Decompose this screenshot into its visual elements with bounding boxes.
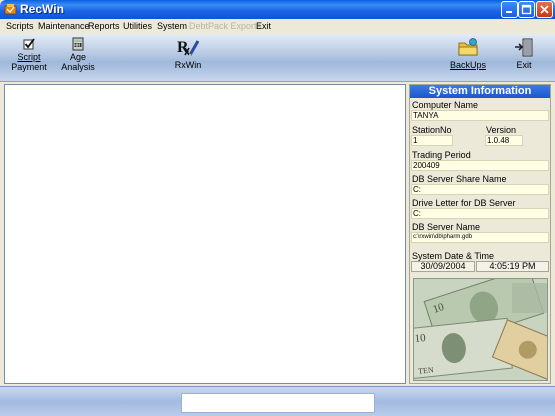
- db-share-value: C:: [411, 184, 549, 195]
- menu-bar: Scripts Maintenance Reports Utilities Sy…: [0, 19, 555, 34]
- title-bar[interactable]: RecWin: [0, 0, 555, 19]
- menu-maintenance[interactable]: Maintenance: [38, 21, 90, 31]
- window-title: RecWin: [20, 2, 64, 16]
- system-date: 30/09/2004: [411, 261, 475, 272]
- backups-button[interactable]: BackUps: [448, 37, 488, 70]
- status-field: [181, 393, 375, 413]
- drive-letter-label: Drive Letter for DB Server: [412, 198, 516, 208]
- script-payment-label-2: Payment: [11, 62, 47, 72]
- db-server-value: c:\rxwin\db\pharm.gdb: [411, 232, 549, 243]
- folder-icon: [458, 38, 478, 56]
- system-time: 4:05:19 PM: [476, 261, 549, 272]
- db-share-label: DB Server Share Name: [412, 174, 507, 184]
- rxwin-label: RxWin: [174, 60, 202, 70]
- version-label: Version: [486, 125, 517, 135]
- calculator-icon: [72, 37, 84, 51]
- menu-utilities[interactable]: Utilities: [123, 21, 152, 31]
- rxwin-button[interactable]: R RxWin: [168, 37, 208, 70]
- minimize-icon: [506, 11, 512, 13]
- trading-period-value: 200409: [411, 160, 549, 171]
- app-icon: [4, 4, 17, 15]
- checkbox-icon: [23, 38, 35, 50]
- menu-scripts[interactable]: Scripts: [6, 21, 34, 31]
- system-info-header: System Information: [410, 85, 550, 98]
- menu-system[interactable]: System: [157, 21, 187, 31]
- minimize-button[interactable]: [501, 1, 518, 18]
- exit-door-icon: [515, 38, 533, 57]
- svg-text:10: 10: [414, 332, 427, 345]
- drive-letter-value: C:: [411, 208, 549, 219]
- trading-period-label: Trading Period: [412, 150, 471, 160]
- close-button[interactable]: [536, 1, 553, 18]
- age-analysis-label-1: Age: [69, 52, 86, 62]
- station-no-label: StationNo: [412, 125, 452, 135]
- backups-label: BackUps: [449, 60, 486, 70]
- menu-debtpack-exports: DebtPack Exports: [189, 21, 262, 31]
- computer-name-value: TANYA: [411, 110, 549, 121]
- computer-name-label: Computer Name: [412, 100, 479, 110]
- currency-image: 10 10 TEN: [413, 278, 548, 381]
- script-payment-button[interactable]: Script Payment: [6, 37, 52, 72]
- age-analysis-label-2: Analysis: [61, 62, 95, 72]
- exit-button[interactable]: Exit: [508, 37, 540, 70]
- datetime-label: System Date & Time: [412, 251, 495, 261]
- menu-exit[interactable]: Exit: [256, 21, 271, 31]
- db-server-label: DB Server Name: [412, 222, 481, 232]
- rx-pen-icon: R: [177, 39, 200, 57]
- menu-reports[interactable]: Reports: [88, 21, 120, 31]
- version-value: 1.0.48: [485, 135, 523, 146]
- toolbar: Script Payment Age Analysis R RxWin Back…: [0, 34, 555, 82]
- system-info-panel: System Information Computer Name TANYA S…: [409, 84, 551, 384]
- svg-text:TEN: TEN: [418, 365, 435, 376]
- close-icon: [540, 5, 549, 14]
- script-payment-label-1: Script: [17, 52, 41, 62]
- maximize-button[interactable]: [518, 1, 535, 18]
- exit-label: Exit: [516, 60, 532, 70]
- maximize-icon: [521, 4, 532, 15]
- station-no-value: 1: [411, 135, 453, 146]
- age-analysis-button[interactable]: Age Analysis: [58, 37, 98, 72]
- status-bar: [0, 386, 555, 416]
- main-workspace[interactable]: [4, 84, 406, 384]
